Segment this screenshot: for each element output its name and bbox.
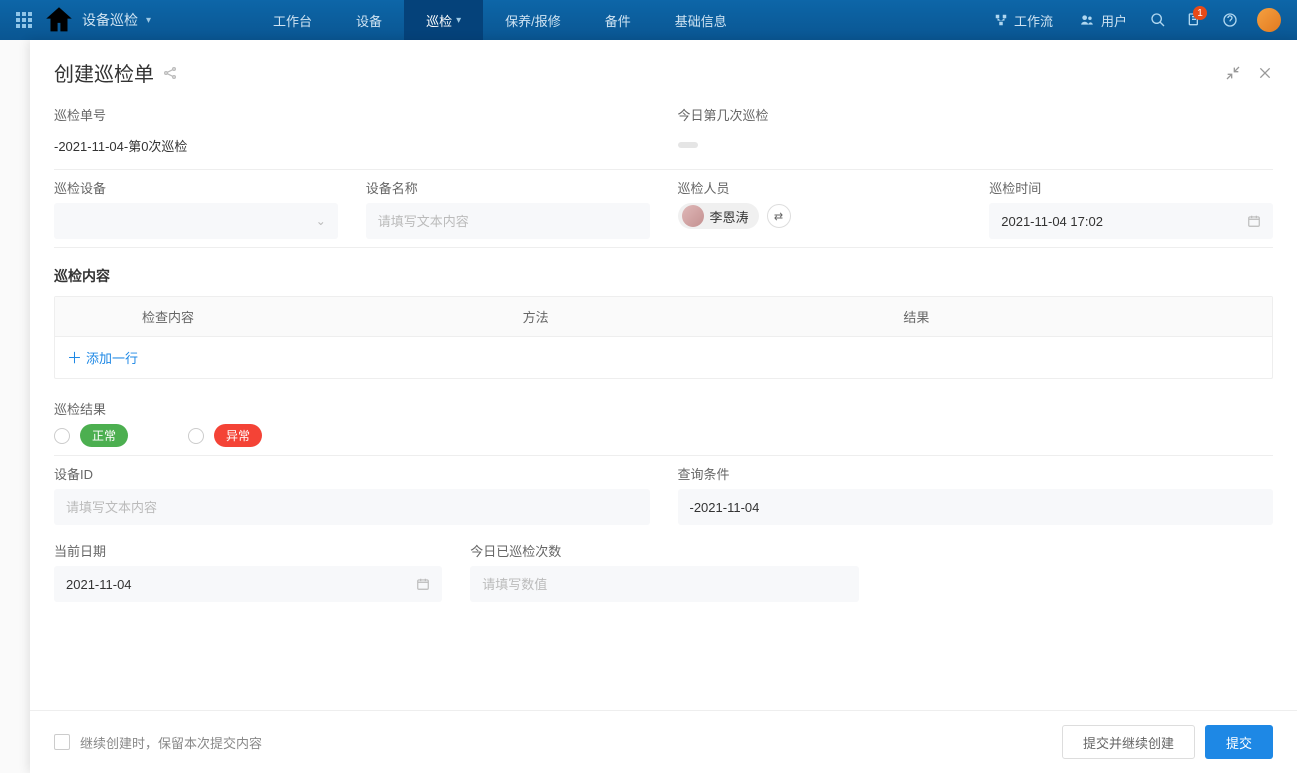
- today-done-count-input[interactable]: [482, 577, 846, 592]
- create-inspection-modal: 创建巡检单 巡检单号 -2021-11-04-第0次巡检 今日第几次巡检: [30, 40, 1297, 773]
- field-equipment-id: 设备ID: [54, 464, 650, 525]
- content-table: 检查内容 方法 结果 ＋ 添加一行: [54, 296, 1273, 379]
- modal-title: 创建巡检单: [54, 58, 154, 87]
- modal-body: 巡检单号 -2021-11-04-第0次巡检 今日第几次巡检 巡检设备 ⌄ 设备…: [30, 97, 1297, 710]
- table-header-handle: [55, 297, 130, 336]
- share-icon[interactable]: [162, 65, 178, 81]
- radio-icon: [54, 428, 70, 444]
- chevron-down-icon: ▾: [456, 15, 461, 26]
- label-equipment-name: 设备名称: [366, 178, 650, 197]
- search-icon[interactable]: [1141, 0, 1175, 40]
- plus-icon: ＋: [67, 347, 82, 368]
- label-inspector: 巡检人员: [678, 178, 962, 197]
- nav-users-label: 用户: [1101, 11, 1127, 30]
- label-result: 巡检结果: [54, 399, 1273, 418]
- equipment-select[interactable]: ⌄: [54, 203, 338, 239]
- calendar-icon: [1247, 214, 1261, 228]
- add-row-label: 添加一行: [86, 348, 138, 367]
- table-header-method: 方法: [511, 297, 892, 336]
- field-today-done-count: 今日已巡检次数: [470, 541, 858, 602]
- keep-content-checkbox[interactable]: [54, 734, 70, 750]
- label-query-cond: 查询条件: [678, 464, 1274, 483]
- nav-left: 设备巡检 ▾: [8, 0, 151, 40]
- chevron-down-icon: ▾: [146, 15, 151, 26]
- label-current-date: 当前日期: [54, 541, 442, 560]
- pill-normal: 正常: [80, 424, 128, 447]
- nav-tab-spare-parts[interactable]: 备件: [583, 0, 653, 40]
- table-header-check: 检查内容: [130, 297, 511, 336]
- user-avatar[interactable]: [1257, 8, 1281, 32]
- field-current-date: 当前日期 2021-11-04: [54, 541, 442, 602]
- nav-tab-base-info[interactable]: 基础信息: [653, 0, 749, 40]
- inspector-chip[interactable]: 李恩涛: [678, 203, 759, 229]
- modal-footer: 继续创建时，保留本次提交内容 提交并继续创建 提交: [30, 710, 1297, 773]
- field-today-count: 今日第几次巡检: [678, 105, 1274, 161]
- table-header-result: 结果: [891, 297, 1272, 336]
- nav-tab-equipment[interactable]: 设备: [334, 0, 404, 40]
- section-title-content: 巡检内容: [54, 266, 1273, 286]
- label-inspect-time: 巡检时间: [989, 178, 1273, 197]
- query-cond-value: -2021-11-04: [690, 500, 760, 515]
- inspect-time-value: 2021-11-04 17:02: [1001, 214, 1103, 229]
- nav-right: 工作流 用户 1: [982, 0, 1289, 40]
- field-order-no: 巡检单号 -2021-11-04-第0次巡检: [54, 105, 650, 161]
- equipment-id-input-wrap: [54, 489, 650, 525]
- equipment-name-input-wrap: [366, 203, 650, 239]
- nav-tab-workspace[interactable]: 工作台: [251, 0, 334, 40]
- avatar-icon: [682, 205, 704, 227]
- modal-header: 创建巡检单: [30, 40, 1297, 97]
- keep-content-label: 继续创建时，保留本次提交内容: [80, 733, 262, 752]
- empty-value-dash: [678, 142, 698, 148]
- help-icon[interactable]: [1213, 0, 1247, 40]
- equipment-name-input[interactable]: [378, 214, 638, 229]
- collapse-icon[interactable]: [1225, 65, 1241, 81]
- label-equipment-id: 设备ID: [54, 464, 650, 483]
- nav-tab-maintenance[interactable]: 保养/报修: [483, 0, 583, 40]
- table-header: 检查内容 方法 结果: [55, 297, 1272, 337]
- label-today-count: 今日第几次巡检: [678, 105, 1274, 124]
- nav-tab-label: 巡检: [426, 11, 452, 30]
- calendar-icon: [416, 577, 430, 591]
- submit-button[interactable]: 提交: [1205, 725, 1273, 759]
- current-date-value: 2021-11-04: [66, 577, 132, 592]
- field-equipment-name: 设备名称: [366, 178, 650, 239]
- field-query-cond: 查询条件 -2021-11-04: [678, 464, 1274, 525]
- top-nav: 设备巡检 ▾ 工作台 设备 巡检 ▾ 保养/报修 备件 基础信息 工作流 用户 …: [0, 0, 1297, 40]
- result-radio-group: 正常 异常: [54, 424, 1273, 447]
- nav-workflow-label: 工作流: [1014, 11, 1053, 30]
- label-equipment: 巡检设备: [54, 178, 338, 197]
- value-order-no: -2021-11-04-第0次巡检: [54, 130, 650, 161]
- inspector-name: 李恩涛: [710, 207, 749, 226]
- radio-icon: [188, 428, 204, 444]
- nav-tab-inspection[interactable]: 巡检 ▾: [404, 0, 483, 40]
- label-today-done-count: 今日已巡检次数: [470, 541, 858, 560]
- notifications-icon[interactable]: 1: [1177, 0, 1211, 40]
- query-cond-input[interactable]: -2021-11-04: [678, 489, 1274, 525]
- field-inspector: 巡检人员 李恩涛 ⇄: [678, 178, 962, 239]
- radio-normal[interactable]: 正常: [54, 424, 128, 447]
- pill-abnormal: 异常: [214, 424, 262, 447]
- equipment-id-input[interactable]: [66, 500, 638, 515]
- field-equipment: 巡检设备 ⌄: [54, 178, 338, 239]
- field-inspect-time: 巡检时间 2021-11-04 17:02: [989, 178, 1273, 239]
- close-icon[interactable]: [1257, 65, 1273, 81]
- inspect-time-input[interactable]: 2021-11-04 17:02: [989, 203, 1273, 239]
- nav-users-link[interactable]: 用户: [1067, 11, 1139, 30]
- swap-inspector-icon[interactable]: ⇄: [767, 204, 791, 228]
- label-order-no: 巡检单号: [54, 105, 650, 124]
- today-done-count-input-wrap: [470, 566, 858, 602]
- submit-continue-button[interactable]: 提交并继续创建: [1062, 725, 1195, 759]
- apps-grid-icon[interactable]: [8, 4, 40, 36]
- chevron-down-icon: ⌄: [316, 214, 326, 228]
- nav-workflow-link[interactable]: 工作流: [982, 11, 1065, 30]
- current-date-input[interactable]: 2021-11-04: [54, 566, 442, 602]
- app-title[interactable]: 设备巡检: [82, 10, 138, 30]
- notif-badge: 1: [1193, 6, 1207, 20]
- nav-tabs: 工作台 设备 巡检 ▾ 保养/报修 备件 基础信息: [251, 0, 749, 40]
- radio-abnormal[interactable]: 异常: [188, 424, 262, 447]
- home-icon[interactable]: [42, 0, 76, 40]
- add-row-button[interactable]: ＋ 添加一行: [55, 337, 150, 378]
